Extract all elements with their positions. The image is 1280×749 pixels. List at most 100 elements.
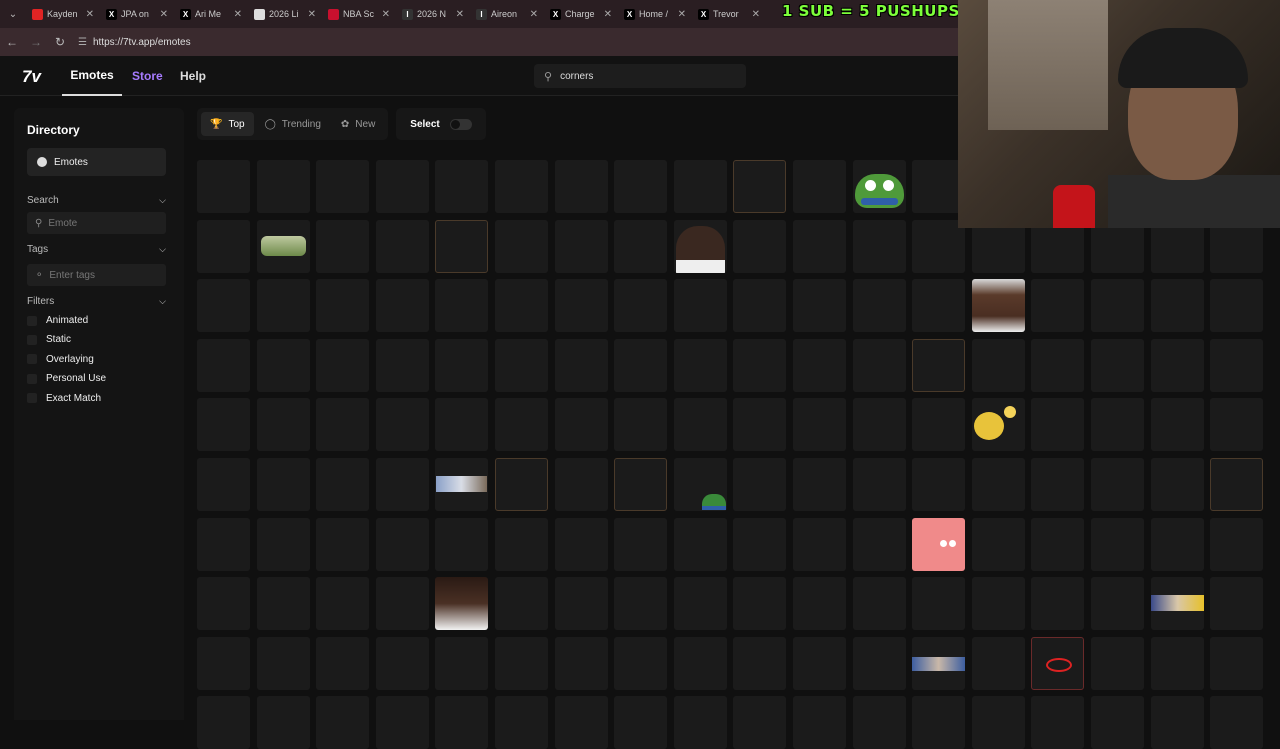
browser-tab[interactable]: X Home / ✕ [618, 0, 692, 28]
emote-card[interactable] [435, 458, 489, 511]
tags-section-header[interactable]: Tags ⌵ [27, 244, 166, 255]
filter-option[interactable]: Personal Use [27, 373, 106, 384]
emote-card[interactable] [733, 219, 787, 273]
emote-card[interactable] [852, 636, 906, 690]
emote-card[interactable] [614, 279, 668, 333]
emote-card[interactable] [375, 458, 429, 511]
emote-card[interactable] [1031, 517, 1085, 571]
close-tab-icon[interactable]: ✕ [86, 9, 94, 20]
close-tab-icon[interactable]: ✕ [234, 9, 242, 20]
emote-card[interactable] [1031, 458, 1085, 511]
emote-card[interactable] [971, 636, 1025, 690]
emote-card[interactable] [733, 577, 787, 631]
emote-card[interactable] [1210, 338, 1264, 392]
nav-help[interactable]: Help [180, 56, 206, 96]
emote-card[interactable] [554, 398, 608, 452]
emote-card[interactable] [852, 696, 906, 749]
emote-card[interactable] [256, 458, 310, 511]
emote-card[interactable] [256, 160, 310, 213]
emote-card[interactable] [197, 338, 250, 392]
browser-tab[interactable]: X Ari Me ✕ [174, 0, 248, 28]
emote-card[interactable] [971, 338, 1025, 392]
emote-card[interactable] [673, 696, 727, 749]
emote-card[interactable] [435, 398, 489, 452]
emote-card[interactable] [495, 338, 548, 392]
emote-card[interactable] [733, 279, 787, 333]
emote-card[interactable] [793, 279, 846, 333]
close-tab-icon[interactable]: ✕ [382, 9, 390, 20]
select-toggle-switch[interactable] [449, 118, 472, 130]
emote-card[interactable] [852, 338, 906, 392]
emote-card[interactable] [375, 219, 429, 273]
emote-card[interactable] [673, 577, 727, 631]
browser-tab[interactable]: NBA Sc ✕ [322, 0, 396, 28]
emote-card[interactable] [197, 279, 250, 333]
emote-card[interactable] [733, 636, 787, 690]
emote-card[interactable] [554, 458, 608, 511]
emote-card[interactable] [375, 279, 429, 333]
search-section-header[interactable]: Search ⌵ [27, 195, 166, 206]
emote-card[interactable] [733, 458, 787, 511]
emote-card[interactable] [495, 696, 548, 749]
emote-card[interactable] [852, 160, 906, 213]
emote-card[interactable] [316, 517, 370, 571]
emote-card[interactable] [375, 398, 429, 452]
emote-card[interactable] [793, 517, 846, 571]
emote-card[interactable] [197, 636, 250, 690]
browser-tab[interactable]: X JPA on ✕ [100, 0, 174, 28]
close-tab-icon[interactable]: ✕ [604, 9, 612, 20]
tab-list-chevron-icon[interactable]: ⌄ [0, 0, 26, 28]
emote-card[interactable] [435, 338, 489, 392]
emote-card[interactable] [1091, 458, 1144, 511]
emote-card[interactable] [256, 577, 310, 631]
emote-card[interactable] [614, 458, 668, 511]
emote-search-input[interactable]: ⚲ Emote [27, 212, 166, 234]
emote-card[interactable] [614, 338, 668, 392]
seventv-logo[interactable]: 7v [22, 67, 41, 87]
emote-card[interactable] [1091, 577, 1144, 631]
emote-card[interactable] [435, 517, 489, 571]
emote-card[interactable] [733, 517, 787, 571]
select-toggle-button[interactable]: Select [400, 112, 481, 136]
emote-card[interactable] [912, 517, 966, 571]
nav-store[interactable]: Store [132, 56, 163, 96]
close-tab-icon[interactable]: ✕ [678, 9, 686, 20]
filter-checkbox[interactable] [27, 354, 37, 365]
emote-card[interactable] [316, 458, 370, 511]
emote-card[interactable] [256, 219, 310, 273]
emote-card[interactable] [1150, 458, 1204, 511]
emote-card[interactable] [733, 338, 787, 392]
browser-tab[interactable]: X Trevor ✕ [692, 0, 766, 28]
emote-card[interactable] [435, 279, 489, 333]
emote-card[interactable] [1150, 279, 1204, 333]
emote-card[interactable] [495, 636, 548, 690]
emote-card[interactable] [1210, 636, 1264, 690]
emote-card[interactable] [971, 458, 1025, 511]
forward-arrow-icon[interactable]: → [24, 28, 48, 56]
emote-card[interactable] [435, 219, 489, 273]
emote-card[interactable] [554, 219, 608, 273]
emote-card[interactable] [852, 219, 906, 273]
emote-card[interactable] [971, 279, 1025, 333]
filter-option[interactable]: Static [27, 334, 71, 345]
filters-section-header[interactable]: Filters ⌵ [27, 296, 166, 307]
filter-checkbox[interactable] [27, 393, 37, 404]
filter-option[interactable]: Overlaying [27, 354, 94, 365]
emote-card[interactable] [912, 398, 966, 452]
emote-card[interactable] [912, 279, 966, 333]
emote-card[interactable] [435, 577, 489, 631]
emote-card[interactable] [852, 458, 906, 511]
emote-card[interactable] [793, 219, 846, 273]
filter-option[interactable]: Exact Match [27, 393, 101, 404]
emote-card[interactable] [1031, 338, 1085, 392]
emote-card[interactable] [673, 279, 727, 333]
sort-new-button[interactable]: ✿ New [332, 112, 384, 136]
emote-card[interactable] [1210, 577, 1264, 631]
emote-card[interactable] [1210, 279, 1264, 333]
emote-card[interactable] [554, 696, 608, 749]
emote-card[interactable] [614, 517, 668, 571]
close-tab-icon[interactable]: ✕ [160, 9, 168, 20]
emote-card[interactable] [554, 160, 608, 213]
emote-card[interactable] [256, 338, 310, 392]
emote-card[interactable] [554, 338, 608, 392]
